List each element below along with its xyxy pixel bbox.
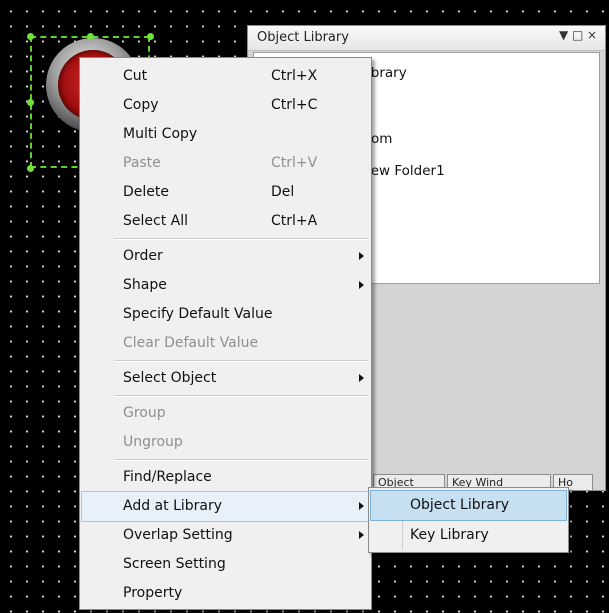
dropdown-icon[interactable]: ▼ xyxy=(559,28,568,42)
maximize-icon[interactable]: □ xyxy=(572,28,583,42)
resize-handle[interactable] xyxy=(147,33,154,40)
resize-handle[interactable] xyxy=(87,33,94,40)
menu-item-add-at-library[interactable]: Add at Library xyxy=(81,491,370,522)
menu-item-label: Overlap Setting xyxy=(123,527,233,543)
submenu-item-object-library[interactable]: Object Library xyxy=(370,490,567,521)
menu-item-label: Paste xyxy=(123,155,161,171)
menu-item-clear-default-value[interactable]: Clear Default Value xyxy=(82,329,369,358)
menu-item-specify-default-value[interactable]: Specify Default Value xyxy=(82,300,369,329)
panel-title: Object Library xyxy=(257,30,349,45)
submenu-arrow-icon xyxy=(359,374,364,382)
close-icon[interactable]: × xyxy=(587,28,597,42)
menu-item-order[interactable]: Order xyxy=(82,242,369,271)
menu-item-copy[interactable]: Copy Ctrl+C xyxy=(82,91,369,120)
add-at-library-submenu: Object Library Key Library xyxy=(368,487,569,553)
menu-item-label: Copy xyxy=(123,97,159,113)
menu-item-paste[interactable]: Paste Ctrl+V xyxy=(82,149,369,178)
menu-item-label: Find/Replace xyxy=(123,469,212,485)
menu-item-label: Order xyxy=(123,248,163,264)
menu-item-label: Multi Copy xyxy=(123,126,198,142)
context-menu: Cut Ctrl+X Copy Ctrl+C Multi Copy Paste … xyxy=(79,57,372,610)
resize-handle[interactable] xyxy=(27,99,34,106)
menu-item-label: Clear Default Value xyxy=(123,335,259,351)
menu-item-multi-copy[interactable]: Multi Copy xyxy=(82,120,369,149)
menu-item-shortcut: Del xyxy=(271,184,295,200)
menu-item-find-replace[interactable]: Find/Replace xyxy=(82,463,369,492)
menu-item-ungroup[interactable]: Ungroup xyxy=(82,428,369,457)
menu-item-screen-setting[interactable]: Screen Setting xyxy=(82,550,369,579)
menu-item-label: Add at Library xyxy=(123,498,223,514)
menu-item-label: Cut xyxy=(123,68,148,84)
submenu-arrow-icon xyxy=(359,281,364,289)
menu-item-delete[interactable]: Delete Del xyxy=(82,178,369,207)
tree-item[interactable]: lew Folder1 xyxy=(367,163,445,179)
submenu-item-label: Key Library xyxy=(410,527,489,543)
menu-item-shortcut: Ctrl+A xyxy=(271,213,318,229)
menu-item-shortcut: Ctrl+X xyxy=(271,68,318,84)
menu-item-label: Shape xyxy=(123,277,167,293)
menu-item-cut[interactable]: Cut Ctrl+X xyxy=(82,62,369,91)
menu-item-select-all[interactable]: Select All Ctrl+A xyxy=(82,207,369,236)
menu-item-label: Property xyxy=(123,585,183,601)
submenu-item-key-library[interactable]: Key Library xyxy=(371,521,566,550)
submenu-item-label: Object Library xyxy=(410,497,509,513)
menu-item-shortcut: Ctrl+C xyxy=(271,97,318,113)
tree-item[interactable]: om xyxy=(371,131,392,147)
menu-item-label: Ungroup xyxy=(123,434,183,450)
menu-item-overlap-setting[interactable]: Overlap Setting xyxy=(82,521,369,550)
menu-item-shape[interactable]: Shape xyxy=(82,271,369,300)
menu-separator xyxy=(114,459,368,461)
menu-separator xyxy=(114,360,368,362)
resize-handle[interactable] xyxy=(27,33,34,40)
menu-item-label: Select All xyxy=(123,213,188,229)
submenu-arrow-icon xyxy=(359,252,364,260)
menu-separator xyxy=(114,395,368,397)
menu-item-group[interactable]: Group xyxy=(82,399,369,428)
menu-item-shortcut: Ctrl+V xyxy=(271,155,318,171)
menu-item-label: Delete xyxy=(123,184,169,200)
panel-titlebar[interactable]: Object Library ▼ □ × xyxy=(248,26,605,51)
submenu-arrow-icon xyxy=(359,502,364,510)
menu-item-label: Select Object xyxy=(123,370,217,386)
menu-item-label: Screen Setting xyxy=(123,556,226,572)
submenu-arrow-icon xyxy=(359,531,364,539)
menu-item-label: Specify Default Value xyxy=(123,306,273,322)
resize-handle[interactable] xyxy=(27,165,34,172)
tree-item[interactable]: ibrary xyxy=(367,65,407,81)
menu-item-label: Group xyxy=(123,405,166,421)
menu-item-property[interactable]: Property xyxy=(82,579,369,608)
menu-item-select-object[interactable]: Select Object xyxy=(82,364,369,393)
menu-separator xyxy=(114,238,368,240)
